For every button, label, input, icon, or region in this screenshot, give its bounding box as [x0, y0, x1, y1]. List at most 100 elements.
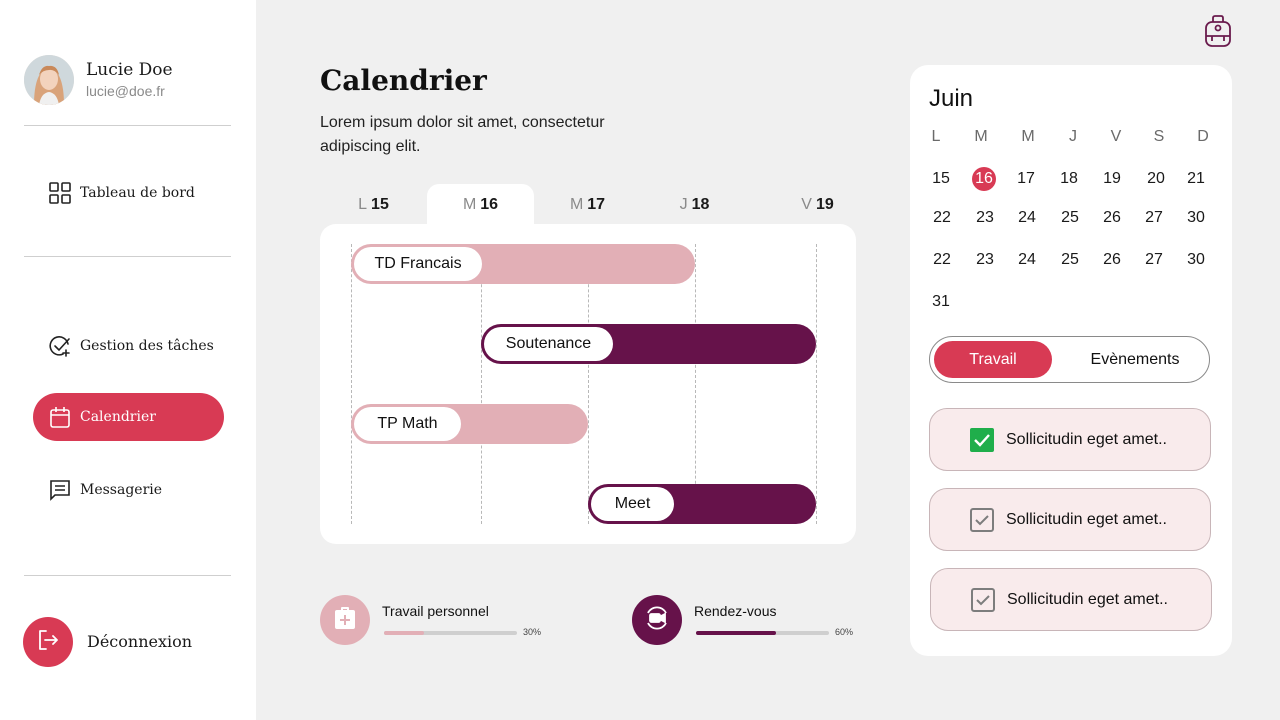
day-tab-number: 17 [587, 196, 606, 213]
avatar[interactable] [24, 55, 74, 105]
task-text: Sollicitudin eget amet.. [1006, 510, 1167, 528]
weekday-label: L [931, 128, 941, 145]
day-tab-18[interactable]: J 18 [641, 184, 748, 226]
calendar-day[interactable]: 22 [927, 247, 957, 273]
day-tab-number: 18 [691, 196, 710, 213]
calendar-day[interactable]: 19 [1097, 166, 1127, 192]
day-divider [351, 244, 352, 524]
sidebar-item-label: Messagerie [80, 482, 163, 498]
event-label: Meet [591, 487, 674, 521]
calendar-day[interactable]: 15 [926, 166, 956, 192]
stat-percent: 30% [523, 627, 542, 637]
progress-fill [384, 631, 424, 635]
calendar-day[interactable]: 23 [970, 205, 1000, 231]
calendar-day[interactable]: 20 [1141, 166, 1171, 192]
weekday-label: M [1021, 128, 1035, 145]
event-td-francais[interactable]: TD Francais [351, 244, 695, 284]
toggle-work-button[interactable]: Travail [934, 341, 1052, 378]
calendar-day[interactable]: 26 [1097, 205, 1127, 231]
day-tab-letter: J [679, 196, 688, 213]
weekday-label: J [1069, 128, 1077, 145]
stat-label: Rendez-vous [694, 603, 777, 619]
medkit-icon [334, 606, 356, 635]
stat-label: Travail personnel [382, 603, 489, 619]
checkbox-icon[interactable] [971, 587, 995, 612]
calendar-day[interactable]: 27 [1139, 247, 1169, 273]
user-email: lucie@doe.fr [86, 83, 165, 99]
event-tp-math[interactable]: TP Math [351, 404, 588, 444]
sidebar-item-calendar[interactable]: Calendrier [33, 393, 224, 441]
message-icon [48, 478, 72, 502]
calendar-day[interactable]: 30 [1181, 205, 1211, 231]
stat-appointments-badge [632, 595, 682, 645]
checkbox-checked-icon[interactable] [970, 427, 994, 452]
calendar-day[interactable]: 25 [1055, 205, 1085, 231]
backpack-icon[interactable] [1202, 14, 1234, 48]
calendar-day[interactable]: 31 [926, 289, 956, 315]
day-tab-19[interactable]: V 19 [764, 184, 871, 226]
day-divider [588, 244, 589, 524]
sidebar-item-dashboard[interactable]: Tableau de bord [33, 169, 224, 217]
calendar-day[interactable]: 23 [970, 247, 1000, 273]
day-divider [816, 244, 817, 524]
schedule-card: TD Francais Soutenance TP Math Meet [320, 224, 856, 544]
day-tab-letter: M [569, 196, 584, 213]
day-divider [481, 244, 482, 524]
calendar-day[interactable]: 18 [1054, 166, 1084, 192]
task-item[interactable]: Sollicitudin eget amet.. [929, 488, 1211, 551]
day-tab-number: 16 [480, 196, 499, 213]
sidebar-item-label: Calendrier [80, 409, 156, 425]
sidebar-item-label: Tableau de bord [80, 185, 195, 201]
calendar-icon [48, 405, 72, 429]
sidebar-item-messages[interactable]: Messagerie [33, 466, 224, 514]
progress-bar-personal-work [384, 631, 517, 635]
day-tab-number: 15 [371, 196, 389, 213]
weekday-label: D [1197, 128, 1209, 145]
logout-label[interactable]: Déconnexion [87, 632, 192, 651]
sidebar-item-label: Gestion des tâches [80, 338, 214, 354]
divider [24, 125, 231, 126]
weekday-label: V [1110, 128, 1122, 145]
sidebar-item-tasks[interactable]: Gestion des tâches [33, 322, 224, 370]
month-title: Juin [929, 85, 974, 112]
checkbox-icon[interactable] [970, 507, 994, 532]
toggle-events-button[interactable]: Evènements [1065, 341, 1205, 378]
stat-personal-work-badge [320, 595, 370, 645]
day-tab-17[interactable]: M 17 [534, 184, 641, 226]
day-tab-letter: L [358, 196, 368, 213]
page-title: Calendrier [320, 64, 487, 97]
calendar-day[interactable]: 26 [1097, 247, 1127, 273]
calendar-day[interactable]: 24 [1012, 247, 1042, 273]
calendar-day[interactable]: 24 [1012, 205, 1042, 231]
task-text: Sollicitudin eget amet.. [1007, 590, 1168, 608]
task-item[interactable]: Sollicitudin eget amet.. [930, 568, 1212, 631]
day-tab-16[interactable]: M 16 [427, 184, 534, 226]
calendar-day[interactable]: 21 [1181, 166, 1211, 192]
calendar-day[interactable]: 17 [1011, 166, 1041, 192]
work-events-toggle: Travail Evènements [929, 336, 1210, 383]
event-soutenance[interactable]: Soutenance [481, 324, 816, 364]
event-meet[interactable]: Meet [588, 484, 816, 524]
day-tab-letter: M [462, 196, 477, 213]
calendar-day[interactable]: 27 [1139, 205, 1169, 231]
calendar-day[interactable]: 22 [927, 205, 957, 231]
task-item[interactable]: Sollicitudin eget amet.. [929, 408, 1211, 471]
weekday-label: M [974, 128, 988, 145]
task-text: Sollicitudin eget amet.. [1006, 430, 1167, 448]
video-call-icon [644, 605, 670, 636]
day-tab-number: 19 [815, 196, 834, 213]
event-label: TD Francais [354, 247, 482, 281]
logout-icon [37, 629, 59, 656]
divider [24, 575, 231, 576]
dashboard-grid-icon [48, 181, 72, 205]
calendar-day-today[interactable]: 16 [972, 167, 996, 191]
day-tab-15[interactable]: L 15 [320, 184, 427, 226]
logout-button[interactable] [23, 617, 73, 667]
page-description: Lorem ipsum dolor sit amet, consectetur … [320, 114, 605, 155]
calendar-day[interactable]: 30 [1181, 247, 1211, 273]
day-tab-letter: V [801, 196, 812, 213]
mini-calendar-panel: Juin L M M J V S D 15 16 17 18 19 20 21 … [910, 65, 1232, 656]
calendar-day[interactable]: 25 [1055, 247, 1085, 273]
stat-percent: 60% [835, 627, 854, 637]
divider [24, 256, 231, 257]
